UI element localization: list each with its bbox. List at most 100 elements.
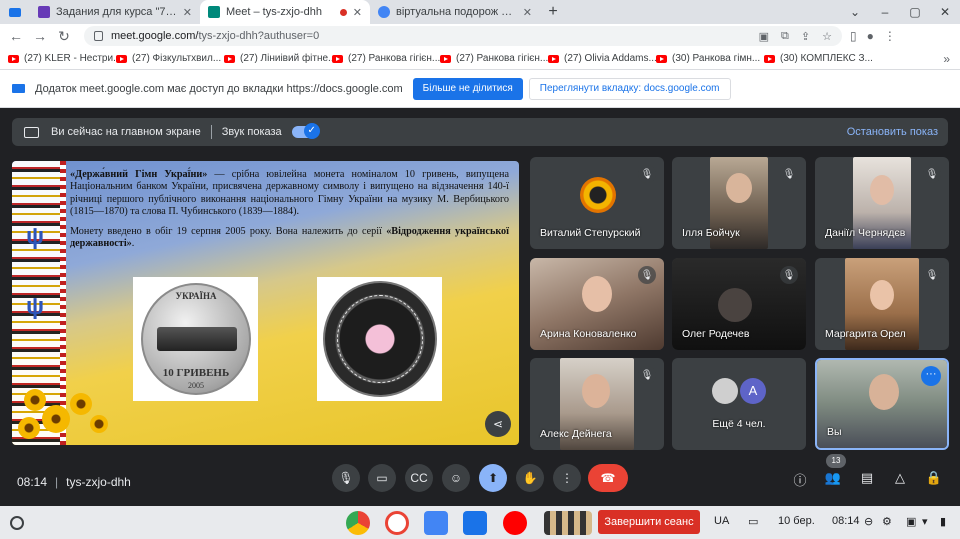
- date-label[interactable]: 10 бер.: [778, 515, 815, 527]
- bookmark-item[interactable]: (30) Ранкова гімн...: [656, 53, 764, 64]
- more-options-icon[interactable]: ···: [921, 366, 941, 386]
- share-icon[interactable]: ⋖: [485, 411, 511, 437]
- host-controls-icon[interactable]: 🔒: [924, 470, 944, 486]
- presenting-banner: Ви сейчас на главном экране Звук показа …: [12, 118, 948, 146]
- people-icon[interactable]: 👥: [823, 470, 843, 486]
- microphone-icon: 🎙: [338, 471, 354, 485]
- bookmarks-overflow-icon[interactable]: »: [943, 52, 950, 66]
- profile-avatar[interactable]: ●: [867, 29, 874, 43]
- camera-permission-icon[interactable]: ▣: [759, 30, 769, 43]
- bookmark-item[interactable]: (27) Ліниівий фітне...: [224, 53, 332, 64]
- close-icon[interactable]: ✕: [523, 6, 532, 19]
- settings-icon[interactable]: ⚙: [882, 515, 892, 528]
- participant-tile[interactable]: 🎙 Алекс Дейнега: [530, 358, 664, 450]
- forward-icon[interactable]: →: [28, 28, 52, 44]
- screenshot-icon[interactable]: ▭: [748, 515, 758, 528]
- bookmarks-bar: (27) KLER - Нестри... (27) Фізкультхвил.…: [0, 48, 960, 70]
- participant-tile[interactable]: 🎙 Ілля Бойчук: [672, 157, 806, 249]
- chat-icon[interactable]: ▤: [857, 470, 877, 486]
- captions-button[interactable]: CC: [405, 464, 433, 492]
- bookmark-item[interactable]: (27) Фізкультхвил...: [116, 53, 224, 64]
- participants-count-badge: 13: [826, 454, 846, 468]
- gmail-icon[interactable]: [385, 511, 409, 535]
- meeting-info: 08:14 | tys-zxjo-dhh: [17, 475, 131, 489]
- side-panel-icon[interactable]: ▯: [850, 29, 857, 43]
- input-language[interactable]: UA: [714, 515, 729, 527]
- present-button[interactable]: ⬆: [479, 464, 507, 492]
- bookmark-item[interactable]: (27) Ранкова гігієн...: [440, 53, 548, 64]
- close-icon[interactable]: ✕: [183, 6, 192, 19]
- do-not-disturb-icon[interactable]: ⊖: [864, 515, 873, 528]
- present-screen-icon: [24, 126, 39, 138]
- stop-presenting-button[interactable]: Остановить показ: [847, 126, 938, 138]
- calendar-icon[interactable]: [424, 511, 448, 535]
- tab-meet[interactable]: Meet – tys-zxjo-dhh ✕: [200, 0, 370, 24]
- address-bar[interactable]: meet.google.com/tys-zxjo-dhh?authuser=0 …: [84, 26, 842, 46]
- raise-hand-button[interactable]: ✋: [516, 464, 544, 492]
- participant-tile[interactable]: 🎙 Виталий Степурский: [530, 157, 664, 249]
- close-window-icon[interactable]: ✕: [930, 5, 960, 19]
- microphone-button[interactable]: 🎙: [332, 464, 360, 492]
- clock-label[interactable]: 08:14: [832, 515, 860, 527]
- youtube-icon[interactable]: [503, 511, 527, 535]
- participant-tile[interactable]: 🎙 Олег Родечев: [672, 258, 806, 350]
- classroom-icon: [38, 6, 50, 18]
- presented-slide: ψ ψ «Держа́вний Гімн Украї́ни» — срібна …: [12, 161, 519, 445]
- participant-tile[interactable]: 🎙 Маргарита Орел: [815, 258, 949, 350]
- camera-button[interactable]: ▭: [368, 464, 396, 492]
- mic-off-icon: 🎙: [923, 165, 941, 183]
- coin-country: УКРАЇНА: [175, 291, 217, 301]
- bookmark-item[interactable]: (27) Ранкова гігієн...: [332, 53, 440, 64]
- participant-name: Алекс Дейнега: [540, 428, 612, 440]
- tab-search-icon[interactable]: ⌄: [840, 5, 870, 19]
- wifi-icon[interactable]: ▾: [922, 515, 928, 528]
- recording-indicator-icon: [339, 8, 347, 16]
- participant-name: Ілля Бойчук: [682, 227, 740, 239]
- running-app-thumbnails[interactable]: [544, 511, 592, 535]
- new-tab-button[interactable]: +: [540, 0, 566, 24]
- view-tab-button[interactable]: Переглянути вкладку: docs.google.com: [528, 77, 731, 100]
- bookmark-item[interactable]: (27) KLER - Нестри...: [8, 53, 116, 64]
- youtube-icon: [548, 54, 559, 63]
- bookmark-item[interactable]: (27) Olivia Addams...: [548, 53, 656, 64]
- reload-icon[interactable]: ↻: [52, 28, 76, 45]
- share-audio-toggle[interactable]: [291, 123, 320, 139]
- menu-dots-icon[interactable]: ⋮: [884, 29, 896, 43]
- bookmark-label: (27) Ліниівий фітне...: [240, 53, 332, 64]
- bookmark-label: (27) KLER - Нестри...: [24, 53, 116, 64]
- tab-search[interactable]: віртуальна подорож до музе... ✕: [370, 0, 540, 24]
- reactions-button[interactable]: ☺: [442, 464, 470, 492]
- translate-icon[interactable]: ⧉: [781, 30, 789, 43]
- participant-tile[interactable]: 🎙 Даніїл Чернядєв: [815, 157, 949, 249]
- share-icon[interactable]: ⇪: [801, 30, 810, 43]
- close-icon[interactable]: ✕: [353, 6, 362, 19]
- tab-classroom[interactable]: Задания для курса "7 клас 202... ✕: [30, 0, 200, 24]
- launcher-icon[interactable]: [10, 515, 24, 530]
- battery-icon[interactable]: ▮: [940, 515, 946, 528]
- files-icon[interactable]: [463, 511, 487, 535]
- youtube-icon: [764, 54, 775, 63]
- captions-icon: CC: [410, 471, 428, 485]
- minimize-icon[interactable]: –: [870, 5, 900, 19]
- youtube-icon: [656, 54, 667, 63]
- tab-sharing-infobar: Додаток meet.google.com має доступ до вк…: [0, 70, 960, 108]
- activities-icon[interactable]: △: [890, 470, 910, 486]
- participant-tile-self[interactable]: ··· Вы: [815, 358, 949, 450]
- end-session-button[interactable]: Завершити сеанс: [598, 510, 700, 534]
- screen-share-icon[interactable]: ▣: [906, 515, 916, 528]
- mic-off-icon: 🎙: [780, 165, 798, 183]
- back-icon[interactable]: ←: [4, 28, 28, 44]
- bookmark-star-icon[interactable]: ☆: [822, 30, 832, 43]
- stop-sharing-button[interactable]: Більше не ділитися: [412, 77, 523, 100]
- chrome-icon[interactable]: [346, 511, 370, 535]
- maximize-icon[interactable]: ▢: [900, 5, 930, 19]
- present-icon: ⬆: [487, 471, 499, 485]
- window-switcher-button[interactable]: [0, 0, 30, 24]
- info-icon[interactable]: ⓘ: [790, 470, 810, 489]
- emoji-icon: ☺: [449, 471, 463, 485]
- bookmark-item[interactable]: (30) КОМПЛЕКС З...: [764, 53, 872, 64]
- participant-tile-others[interactable]: A Ещё 4 чел.: [672, 358, 806, 450]
- leave-call-button[interactable]: ☎: [588, 464, 628, 492]
- participant-tile[interactable]: 🎙 Арина Коноваленко: [530, 258, 664, 350]
- more-options-button[interactable]: ⋮: [553, 464, 581, 492]
